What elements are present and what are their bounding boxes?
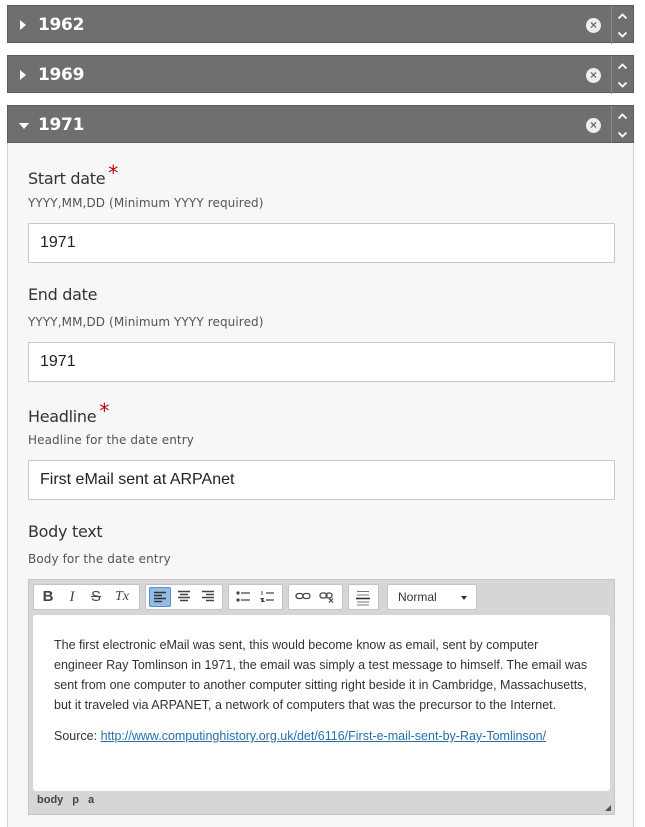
unlink-button[interactable] (316, 587, 338, 607)
body-paragraph: The first electronic eMail was sent, thi… (54, 638, 588, 712)
bold-button[interactable]: B (37, 587, 59, 607)
align-left-button[interactable] (149, 587, 171, 607)
reorder-controls (611, 56, 633, 94)
chevron-down-icon[interactable] (616, 78, 629, 91)
source-paragraph: Source: http://www.computinghistory.org.… (54, 729, 547, 743)
accordion-title: 1962 (38, 15, 85, 35)
link-icon (295, 592, 311, 600)
accordion-header-1962[interactable]: 1962 × (7, 5, 634, 44)
caret-right-icon (20, 70, 26, 80)
chevron-up-icon[interactable] (616, 10, 629, 23)
start-date-description: YYYY,MM,DD (Minimum YYYY required) (28, 196, 264, 210)
close-circle-icon[interactable]: × (586, 18, 601, 33)
start-date-label: Start date * (28, 161, 118, 188)
toolbar-group-links (288, 584, 343, 610)
body-text-label: Body text (28, 522, 103, 541)
path-item-body[interactable]: body (37, 794, 63, 806)
caret-right-icon (20, 20, 26, 30)
toolbar-group-align (145, 584, 223, 610)
link-button[interactable] (292, 587, 314, 607)
source-link[interactable]: http://www.computinghistory.org.uk/det/6… (101, 729, 547, 743)
remove-format-button[interactable]: Tx (111, 587, 133, 607)
strikethrough-button[interactable]: S (85, 587, 107, 607)
horizontal-rule-button[interactable] (352, 587, 374, 607)
path-item-p[interactable]: p (72, 794, 79, 806)
numbered-list-icon (259, 591, 274, 602)
bulleted-list-icon (235, 591, 250, 602)
required-marker: * (99, 399, 110, 423)
accordion-panel-1971: Start date * YYYY,MM,DD (Minimum YYYY req… (7, 143, 634, 827)
horizontal-rule-icon (356, 591, 370, 606)
italic-button[interactable]: I (61, 587, 83, 607)
dropdown-arrow-icon (461, 596, 467, 600)
chevron-up-icon[interactable] (616, 110, 629, 123)
chevron-down-icon[interactable] (616, 28, 629, 41)
editor-content-area[interactable]: The first electronic eMail was sent, thi… (33, 615, 610, 791)
headline-field[interactable]: First eMail sent at ARPAnet (28, 460, 615, 500)
accordion-title: 1971 (38, 115, 85, 135)
toolbar-group-lists (228, 584, 283, 610)
chevron-down-icon[interactable] (616, 128, 629, 141)
end-date-description: YYYY,MM,DD (Minimum YYYY required) (28, 315, 264, 329)
reorder-controls (611, 106, 633, 144)
align-right-button[interactable] (197, 587, 219, 607)
caret-down-icon (19, 123, 29, 129)
required-marker: * (108, 161, 118, 185)
close-circle-icon[interactable]: × (586, 68, 601, 83)
element-path: body p a (37, 794, 103, 806)
body-text-description: Body for the date entry (28, 552, 171, 566)
end-date-field[interactable]: 1971 (28, 342, 615, 382)
headline-description: Headline for the date entry (28, 433, 194, 447)
path-item-a[interactable]: a (88, 794, 94, 806)
accordion-title: 1969 (38, 65, 85, 85)
unlink-icon (319, 592, 334, 603)
end-date-label: End date (28, 285, 98, 304)
align-center-icon (178, 590, 190, 602)
accordion-header-1969[interactable]: 1969 × (7, 55, 634, 94)
align-center-button[interactable] (173, 587, 195, 607)
accordion-header-1971[interactable]: 1971 × (7, 105, 634, 144)
numbered-list-button[interactable] (256, 587, 278, 607)
resize-handle[interactable] (605, 805, 611, 811)
headline-label: Headline * (28, 399, 110, 426)
start-date-field[interactable]: 1971 (28, 223, 615, 263)
chevron-up-icon[interactable] (616, 60, 629, 73)
close-circle-icon[interactable]: × (586, 118, 601, 133)
rich-text-editor: B I S Tx Normal The first electronic eMa… (28, 579, 615, 815)
toolbar-group-basic: B I S Tx (33, 584, 140, 610)
toolbar-group-misc (348, 584, 379, 610)
format-dropdown[interactable]: Normal (387, 584, 477, 610)
reorder-controls (611, 6, 633, 44)
align-left-icon (154, 591, 166, 603)
align-right-icon (202, 590, 214, 602)
bulleted-list-button[interactable] (232, 587, 254, 607)
